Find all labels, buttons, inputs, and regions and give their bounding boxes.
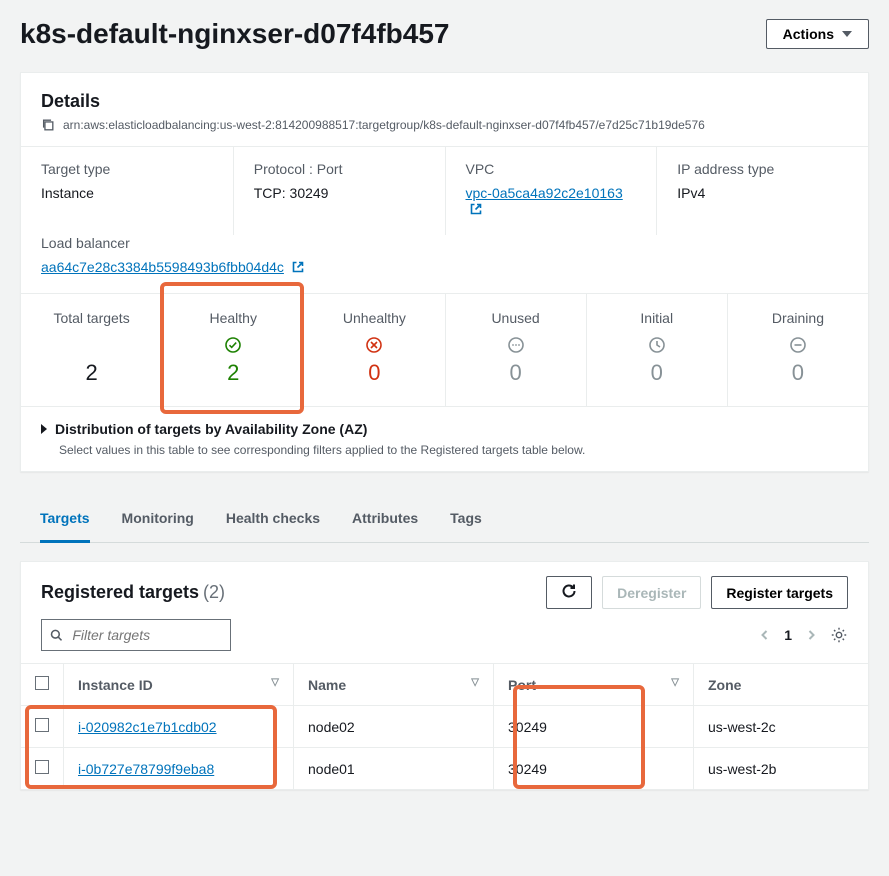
- col-zone[interactable]: Zone: [708, 677, 741, 693]
- unhealthy-icon: [365, 336, 383, 354]
- sort-icon[interactable]: ▽: [271, 677, 279, 688]
- filter-input[interactable]: [70, 626, 222, 644]
- next-page-icon[interactable]: [806, 630, 816, 640]
- arn-text: arn:aws:elasticloadbalancing:us-west-2:8…: [63, 118, 705, 132]
- load-balancer-label: Load balancer: [41, 235, 848, 251]
- external-link-icon: [292, 261, 304, 273]
- tab-targets[interactable]: Targets: [40, 496, 90, 543]
- actions-label: Actions: [783, 26, 834, 42]
- table-row: i-0b727e78799f9eba8 node01 30249 us-west…: [21, 748, 868, 790]
- ip-type-label: IP address type: [677, 161, 848, 177]
- tab-health-checks[interactable]: Health checks: [226, 496, 320, 543]
- details-section-title: Details: [41, 91, 848, 112]
- protocol-port-label: Protocol : Port: [254, 161, 425, 177]
- ip-type-value: IPv4: [677, 185, 848, 201]
- draining-icon: [789, 336, 807, 354]
- unhealthy-label: Unhealthy: [312, 310, 436, 326]
- instance-link[interactable]: i-0b727e78799f9eba8: [78, 761, 214, 777]
- registered-targets-count: (2): [203, 582, 225, 602]
- vpc-link[interactable]: vpc-0a5ca4a92c2e10163: [466, 185, 623, 201]
- initial-icon: [648, 336, 666, 354]
- vpc-label: VPC: [466, 161, 637, 177]
- instance-link[interactable]: i-020982c1e7b1cdb02: [78, 719, 217, 735]
- gear-icon[interactable]: [830, 626, 848, 644]
- col-instance-id[interactable]: Instance ID: [78, 677, 153, 693]
- healthy-value: 2: [171, 360, 295, 386]
- register-targets-button[interactable]: Register targets: [711, 576, 848, 609]
- registered-targets-title: Registered targets: [41, 582, 199, 602]
- unused-value: 0: [454, 360, 578, 386]
- unused-icon: [507, 336, 525, 354]
- total-targets-label: Total targets: [29, 310, 154, 326]
- deregister-button[interactable]: Deregister: [602, 576, 701, 609]
- stats-row: Total targets 2 Healthy 2 Unhealthy 0 Un…: [21, 293, 868, 406]
- sort-icon[interactable]: ▽: [671, 677, 679, 688]
- col-name[interactable]: Name: [308, 677, 346, 693]
- total-targets-value: 2: [29, 360, 154, 386]
- page-number: 1: [784, 627, 792, 643]
- draining-value: 0: [736, 360, 860, 386]
- prev-page-icon[interactable]: [760, 630, 770, 640]
- initial-label: Initial: [595, 310, 719, 326]
- external-link-icon: [470, 203, 482, 215]
- distribution-toggle[interactable]: Distribution of targets by Availability …: [41, 421, 848, 437]
- protocol-port-value: TCP: 30249: [254, 185, 425, 201]
- triangle-right-icon: [41, 424, 47, 434]
- row-name: node02: [294, 706, 494, 748]
- select-all-checkbox[interactable]: [35, 676, 49, 690]
- row-checkbox[interactable]: [35, 718, 49, 732]
- row-zone: us-west-2b: [694, 748, 869, 790]
- row-zone: us-west-2c: [694, 706, 869, 748]
- healthy-icon: [224, 336, 242, 354]
- load-balancer-link[interactable]: aa64c7e28c3384b5598493b6fbb04d4c: [41, 259, 284, 275]
- page-title: k8s-default-nginxser-d07f4fb457: [20, 18, 449, 50]
- distribution-subtitle: Select values in this table to see corre…: [59, 443, 848, 457]
- refresh-button[interactable]: [546, 576, 592, 609]
- healthy-label: Healthy: [171, 310, 295, 326]
- row-name: node01: [294, 748, 494, 790]
- row-port: 30249: [494, 706, 694, 748]
- target-type-label: Target type: [41, 161, 213, 177]
- table-row: i-020982c1e7b1cdb02 node02 30249 us-west…: [21, 706, 868, 748]
- tab-monitoring[interactable]: Monitoring: [122, 496, 194, 543]
- col-port[interactable]: Port: [508, 677, 536, 693]
- tab-tags[interactable]: Tags: [450, 496, 482, 543]
- tab-attributes[interactable]: Attributes: [352, 496, 418, 543]
- row-port: 30249: [494, 748, 694, 790]
- search-icon: [50, 628, 62, 642]
- sort-icon[interactable]: ▽: [471, 677, 479, 688]
- row-checkbox[interactable]: [35, 760, 49, 774]
- unhealthy-value: 0: [312, 360, 436, 386]
- filter-box[interactable]: [41, 619, 231, 651]
- actions-button[interactable]: Actions: [766, 19, 869, 49]
- draining-label: Draining: [736, 310, 860, 326]
- copy-icon[interactable]: [41, 118, 55, 132]
- caret-down-icon: [842, 31, 852, 37]
- target-type-value: Instance: [41, 185, 213, 201]
- initial-value: 0: [595, 360, 719, 386]
- refresh-icon: [561, 583, 577, 599]
- distribution-title: Distribution of targets by Availability …: [55, 421, 367, 437]
- unused-label: Unused: [454, 310, 578, 326]
